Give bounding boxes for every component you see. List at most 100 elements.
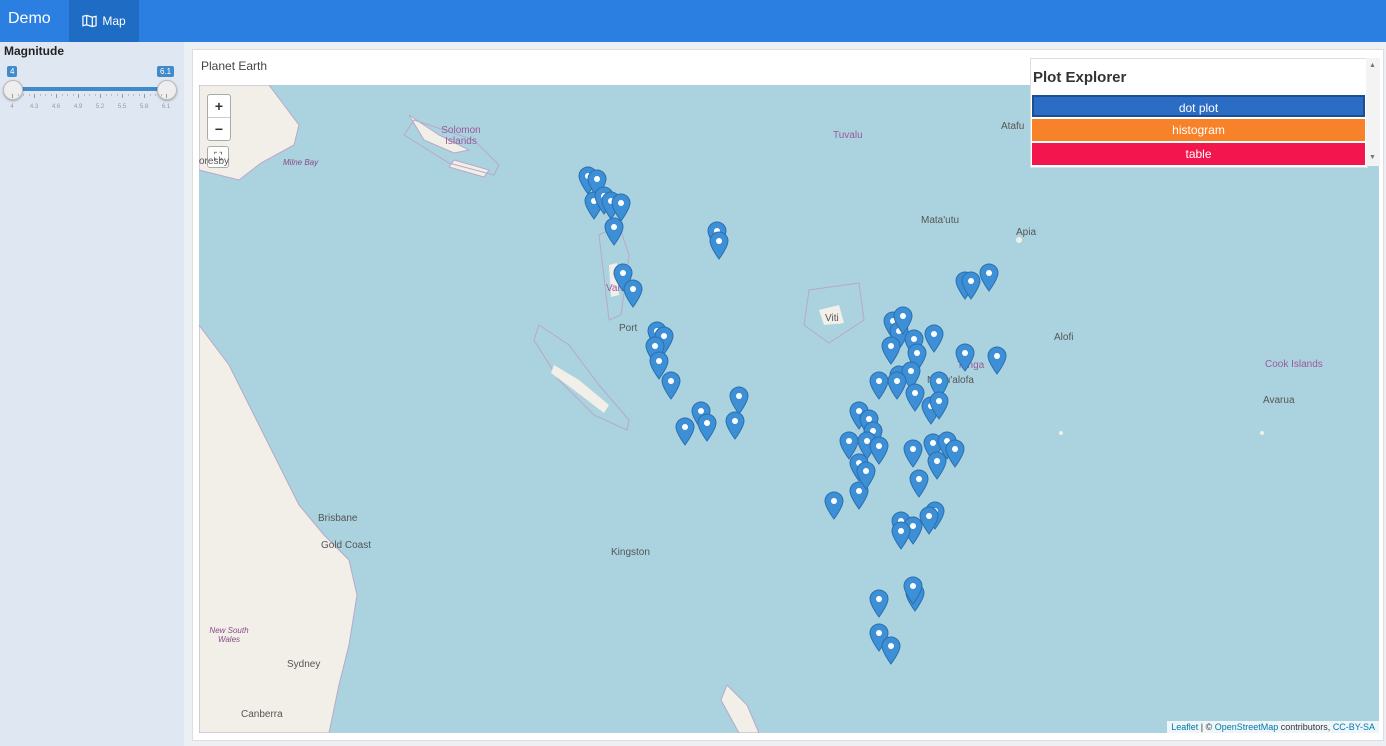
leaflet-map[interactable]: + − ⛶ Solomon IslandsTuvaluAtafuVanuatuP… — [199, 85, 1379, 733]
app-brand[interactable]: Demo — [8, 10, 51, 28]
slider-tick — [94, 94, 96, 96]
slider-tick-label: 4.6 — [51, 104, 61, 110]
map-marker-icon[interactable] — [928, 390, 950, 420]
license-link[interactable]: CC-BY-SA — [1333, 722, 1375, 732]
place-label: Atafu — [1001, 121, 1025, 132]
slider-tick — [78, 94, 79, 98]
slider-tick — [105, 94, 107, 96]
map-icon — [82, 14, 97, 28]
map-marker-icon[interactable] — [603, 216, 625, 246]
slider-tick — [116, 94, 118, 96]
map-base-layer — [199, 85, 1264, 733]
slider-tick — [149, 94, 151, 96]
place-label: New South Wales — [209, 626, 249, 644]
zoom-control: + − — [207, 94, 231, 141]
top-navbar: Demo Map — [0, 0, 1386, 42]
slider-tick-label: 4.3 — [29, 104, 39, 110]
sidebar: Magnitude 4 6.1 4 4.3 4.6 4.9 5.2 5.5 5.8 6.1 — [0, 42, 184, 746]
slider-tick-label: 5.5 — [117, 104, 127, 110]
slider-tick-label: 4 — [10, 104, 14, 110]
map-marker-icon[interactable] — [823, 490, 845, 520]
tab-map-label: Map — [102, 14, 126, 28]
slider-tick — [28, 94, 30, 96]
leaflet-link[interactable]: Leaflet — [1171, 722, 1198, 732]
slider-tick — [50, 94, 52, 96]
slider-tick — [17, 94, 19, 96]
place-label: oresby — [199, 156, 230, 167]
map-marker-icon[interactable] — [890, 520, 912, 550]
slider-tick — [127, 94, 129, 96]
place-label: Gold Coast — [321, 540, 372, 551]
panel-scrollbar[interactable]: ▲ ▼ — [1366, 58, 1380, 166]
box-title: Planet Earth — [201, 59, 268, 73]
slider-tick-label: 5.2 — [95, 104, 105, 110]
map-marker-icon[interactable] — [696, 412, 718, 442]
place-label: Alofi — [1054, 332, 1074, 343]
slider-tick — [144, 94, 145, 98]
slider-tick — [160, 94, 162, 96]
map-marker-icon[interactable] — [724, 410, 746, 440]
place-label: Mata'utu — [921, 215, 960, 226]
slider-tick — [138, 94, 140, 96]
place-label: Sydney — [287, 659, 321, 670]
map-marker-icon[interactable] — [674, 416, 696, 446]
map-marker-icon[interactable] — [868, 588, 890, 618]
place-label: Port — [619, 323, 638, 334]
slider-tick — [34, 94, 35, 98]
map-attribution: Leaflet | © OpenStreetMap contributors, … — [1167, 721, 1379, 733]
slider-ticks — [12, 94, 167, 100]
map-marker-icon[interactable] — [954, 342, 976, 372]
slider-tick — [133, 94, 134, 96]
slider-tick — [111, 94, 112, 96]
slider-tick — [100, 94, 101, 98]
map-marker-icon[interactable] — [978, 262, 1000, 292]
table-button[interactable]: table — [1032, 143, 1365, 165]
plot-explorer-panel: Plot Explorer dot plot histogram table — [1030, 58, 1368, 168]
attribution-sep: | © — [1198, 722, 1215, 732]
slider-tick — [23, 94, 24, 96]
map-marker-icon[interactable] — [855, 460, 877, 490]
zoom-out-button[interactable]: − — [208, 117, 230, 140]
slider-tick — [166, 94, 167, 98]
place-label: Milne Bay — [283, 158, 319, 167]
plot-explorer-title: Plot Explorer — [1033, 69, 1127, 86]
map-marker-icon[interactable] — [880, 335, 902, 365]
slider-tick-label: 4.9 — [73, 104, 83, 110]
slider-tick — [39, 94, 41, 96]
slider-tick — [61, 94, 63, 96]
map-marker-icon[interactable] — [923, 323, 945, 353]
slider-tick — [72, 94, 74, 96]
slider-tick — [12, 94, 13, 98]
histogram-button[interactable]: histogram — [1032, 119, 1365, 141]
map-marker-icon[interactable] — [622, 278, 644, 308]
map-marker-icon[interactable] — [908, 468, 930, 498]
place-label: Viti — [825, 313, 839, 324]
range-min-badge: 4 — [7, 66, 18, 77]
map-marker-icon[interactable] — [902, 438, 924, 468]
magnitude-slider-track[interactable] — [12, 87, 166, 91]
scroll-down-icon[interactable]: ▼ — [1369, 154, 1376, 161]
attribution-contrib: contributors, — [1278, 722, 1333, 732]
map-marker-icon[interactable] — [708, 230, 730, 260]
place-label: Apia — [1016, 227, 1037, 238]
map-marker-icon[interactable] — [660, 370, 682, 400]
map-marker-icon[interactable] — [880, 635, 902, 665]
scroll-up-icon[interactable]: ▲ — [1369, 62, 1376, 69]
slider-tick — [83, 94, 85, 96]
slider-tick — [89, 94, 90, 96]
dot-plot-button[interactable]: dot plot — [1032, 95, 1365, 117]
place-label: Brisbane — [318, 513, 358, 524]
place-label: Kingston — [611, 547, 650, 558]
place-label: Tuvalu — [833, 130, 863, 141]
tab-map[interactable]: Map — [69, 0, 139, 42]
slider-tick — [45, 94, 46, 96]
map-marker-icon[interactable] — [902, 575, 924, 605]
slider-tick — [56, 94, 57, 98]
place-label: Solomon Islands — [441, 125, 481, 147]
range-max-badge: 6.1 — [157, 66, 175, 77]
slider-tick — [155, 94, 156, 96]
osm-link[interactable]: OpenStreetMap — [1215, 722, 1279, 732]
slider-tick-label: 5.8 — [139, 104, 149, 110]
map-marker-icon[interactable] — [986, 345, 1008, 375]
zoom-in-button[interactable]: + — [208, 95, 230, 117]
